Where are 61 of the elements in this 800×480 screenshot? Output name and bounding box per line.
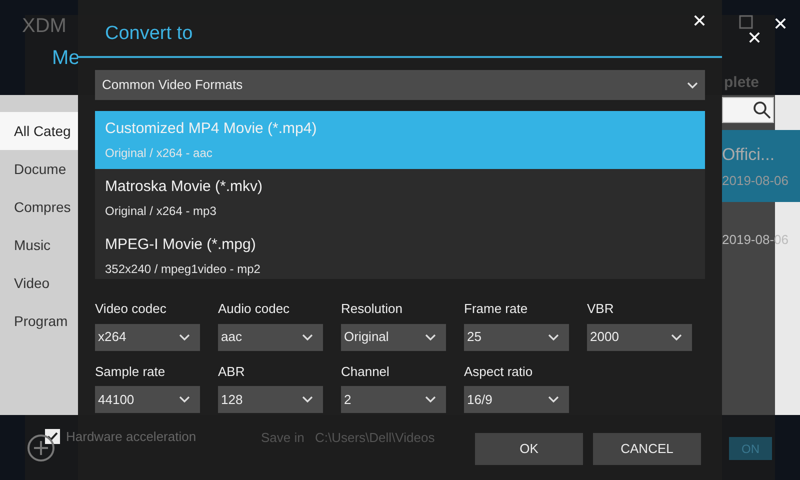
setting-label: Audio codec bbox=[218, 300, 291, 318]
close-icon[interactable] bbox=[748, 31, 761, 44]
format-detail: Original / x264 - aac bbox=[105, 144, 214, 162]
setting-label: Sample rate bbox=[95, 362, 166, 381]
save-path: C:\Users\Dell\Videos bbox=[315, 429, 435, 447]
chevron-down-icon bbox=[548, 334, 559, 340]
chevron-down-icon bbox=[671, 334, 682, 340]
setting-label: VBR bbox=[587, 300, 615, 318]
format-name: Matroska Movie (*.mkv) bbox=[105, 177, 264, 198]
dialog-button[interactable]: OK bbox=[475, 433, 583, 465]
checkmark-icon bbox=[47, 431, 58, 442]
setting-select[interactable]: 25 bbox=[464, 324, 569, 350]
setting-label: Channel bbox=[341, 362, 390, 380]
checkbox[interactable] bbox=[45, 429, 60, 444]
row-date: 2019-08-06 bbox=[722, 172, 790, 190]
save-in-label: Save in bbox=[261, 429, 304, 447]
category-dropdown[interactable]: Common Video Formats bbox=[95, 70, 705, 100]
setting-select[interactable]: 44100 bbox=[95, 386, 200, 413]
close-icon[interactable] bbox=[774, 17, 787, 30]
setting-select[interactable]: x264 bbox=[95, 324, 200, 350]
dialog-title: Convert to bbox=[105, 22, 193, 46]
sidebar-item[interactable]: Video bbox=[0, 264, 78, 302]
format-name: Customized MP4 Movie (*.mp4) bbox=[105, 119, 318, 140]
sidebar-item[interactable]: Docume bbox=[0, 150, 78, 188]
format-item[interactable]: Matroska Movie (*.mkv) Original / x264 - mp3 bbox=[95, 169, 705, 227]
chevron-down-icon bbox=[425, 396, 436, 403]
chevron-down-icon bbox=[425, 334, 436, 340]
setting-select[interactable]: 2000 bbox=[587, 324, 692, 350]
close-icon[interactable] bbox=[693, 14, 706, 27]
chevron-down-icon bbox=[179, 396, 190, 403]
dialog-title: Me bbox=[52, 46, 80, 70]
setting-select[interactable]: 128 bbox=[218, 386, 323, 413]
setting-select[interactable]: 16/9 bbox=[464, 386, 569, 413]
checkbox-label: Hardware acceleration bbox=[66, 428, 196, 446]
chevron-down-icon bbox=[179, 334, 190, 340]
chevron-down-icon bbox=[302, 396, 313, 403]
setting-label: Frame rate bbox=[464, 300, 529, 318]
search-icon bbox=[753, 101, 771, 119]
format-detail: 352x240 / mpeg1video - mp2 bbox=[105, 260, 262, 278]
chevron-down-icon bbox=[687, 82, 698, 88]
format-item[interactable]: MPEG-I Movie (*.mpg) 352x240 / mpeg1video - mp2 bbox=[95, 227, 705, 285]
sidebar-item[interactable]: Compres bbox=[0, 188, 78, 226]
setting-label: Resolution bbox=[341, 300, 404, 318]
chevron-down-icon bbox=[548, 396, 559, 403]
sidebar-item[interactable]: Music bbox=[0, 226, 78, 264]
format-name: MPEG-I Movie (*.mpg) bbox=[105, 235, 257, 256]
setting-label: Video codec bbox=[95, 300, 168, 318]
setting-label: Aspect ratio bbox=[464, 362, 534, 381]
sidebar-item[interactable]: All Categ bbox=[0, 112, 78, 150]
setting-label: ABR bbox=[218, 362, 246, 380]
setting-select[interactable]: Original bbox=[341, 324, 446, 350]
row-title: Offici... bbox=[722, 144, 776, 166]
dialog-button[interactable]: CANCEL bbox=[593, 433, 701, 465]
add-icon[interactable] bbox=[27, 434, 55, 462]
app-title: XDM bbox=[22, 14, 66, 38]
setting-select[interactable]: 2 bbox=[341, 386, 446, 413]
sidebar-item[interactable]: Program bbox=[0, 302, 78, 340]
search-field[interactable] bbox=[722, 97, 774, 123]
format-detail: Original / x264 - mp3 bbox=[105, 202, 218, 220]
chevron-down-icon bbox=[302, 334, 313, 340]
setting-select[interactable]: aac bbox=[218, 324, 323, 350]
